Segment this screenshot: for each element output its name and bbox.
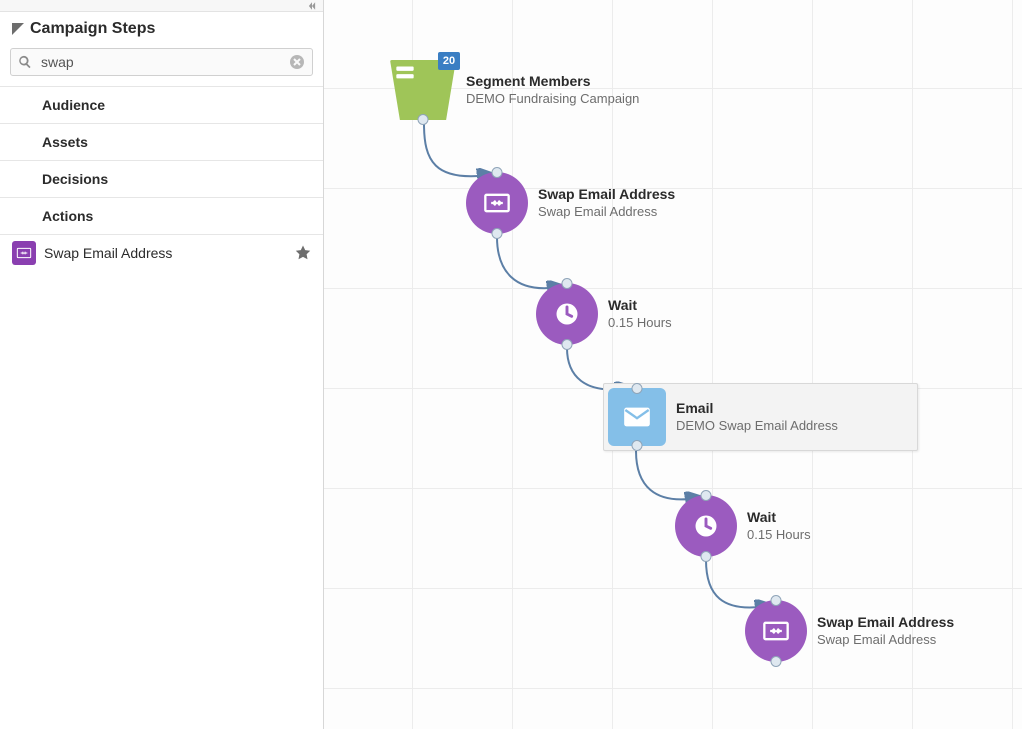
category-audience[interactable]: Audience — [0, 86, 323, 124]
search-wrap — [10, 48, 313, 76]
chevron-double-left-icon — [307, 1, 317, 11]
swap-email-icon — [12, 241, 36, 265]
node-subtitle: DEMO Swap Email Address — [676, 418, 838, 435]
node-title: Swap Email Address — [538, 185, 675, 203]
campaign-steps-panel: Campaign Steps Audience Assets Decisions… — [0, 0, 324, 729]
disclosure-triangle-icon[interactable] — [12, 23, 24, 35]
node-subtitle: DEMO Fundraising Campaign — [466, 91, 639, 108]
category-list: Audience Assets Decisions Actions — [0, 86, 323, 235]
node-subtitle: Swap Email Address — [538, 204, 675, 221]
clock-icon — [536, 283, 598, 345]
panel-title-row: Campaign Steps — [0, 12, 323, 42]
segment-count-badge: 20 — [438, 52, 460, 70]
node-swap-email-1[interactable]: Swap Email Address Swap Email Address — [466, 172, 675, 234]
node-title: Wait — [747, 508, 811, 526]
node-wait-2[interactable]: Wait 0.15 Hours — [675, 495, 811, 557]
node-title: Swap Email Address — [817, 613, 954, 631]
panel-title: Campaign Steps — [30, 20, 155, 38]
favorite-star-icon[interactable] — [295, 245, 311, 261]
step-label: Swap Email Address — [44, 245, 287, 261]
node-subtitle: 0.15 Hours — [747, 527, 811, 544]
node-email[interactable]: Email DEMO Swap Email Address — [603, 383, 918, 451]
search-icon — [18, 55, 32, 69]
node-title: Segment Members — [466, 72, 639, 90]
collapse-sidebar-button[interactable] — [0, 0, 323, 12]
category-assets[interactable]: Assets — [0, 124, 323, 161]
node-subtitle: Swap Email Address — [817, 632, 954, 649]
step-swap-email-address[interactable]: Swap Email Address — [0, 235, 323, 271]
segment-shape: 20 — [390, 60, 456, 120]
category-decisions[interactable]: Decisions — [0, 161, 323, 198]
envelope-icon — [608, 388, 666, 446]
node-swap-email-2[interactable]: Swap Email Address Swap Email Address — [745, 600, 954, 662]
node-title: Email — [676, 399, 838, 417]
swap-email-icon — [745, 600, 807, 662]
search-input[interactable] — [10, 48, 313, 76]
node-segment-members[interactable]: 20 Segment Members DEMO Fundraising Camp… — [390, 60, 639, 120]
node-subtitle: 0.15 Hours — [608, 315, 672, 332]
campaign-canvas[interactable]: 20 Segment Members DEMO Fundraising Camp… — [324, 0, 1022, 729]
clear-search-button[interactable] — [289, 54, 305, 70]
clock-icon — [675, 495, 737, 557]
app-root: Campaign Steps Audience Assets Decisions… — [0, 0, 1022, 729]
category-actions[interactable]: Actions — [0, 198, 323, 235]
node-title: Wait — [608, 296, 672, 314]
node-wait-1[interactable]: Wait 0.15 Hours — [536, 283, 672, 345]
swap-email-icon — [466, 172, 528, 234]
